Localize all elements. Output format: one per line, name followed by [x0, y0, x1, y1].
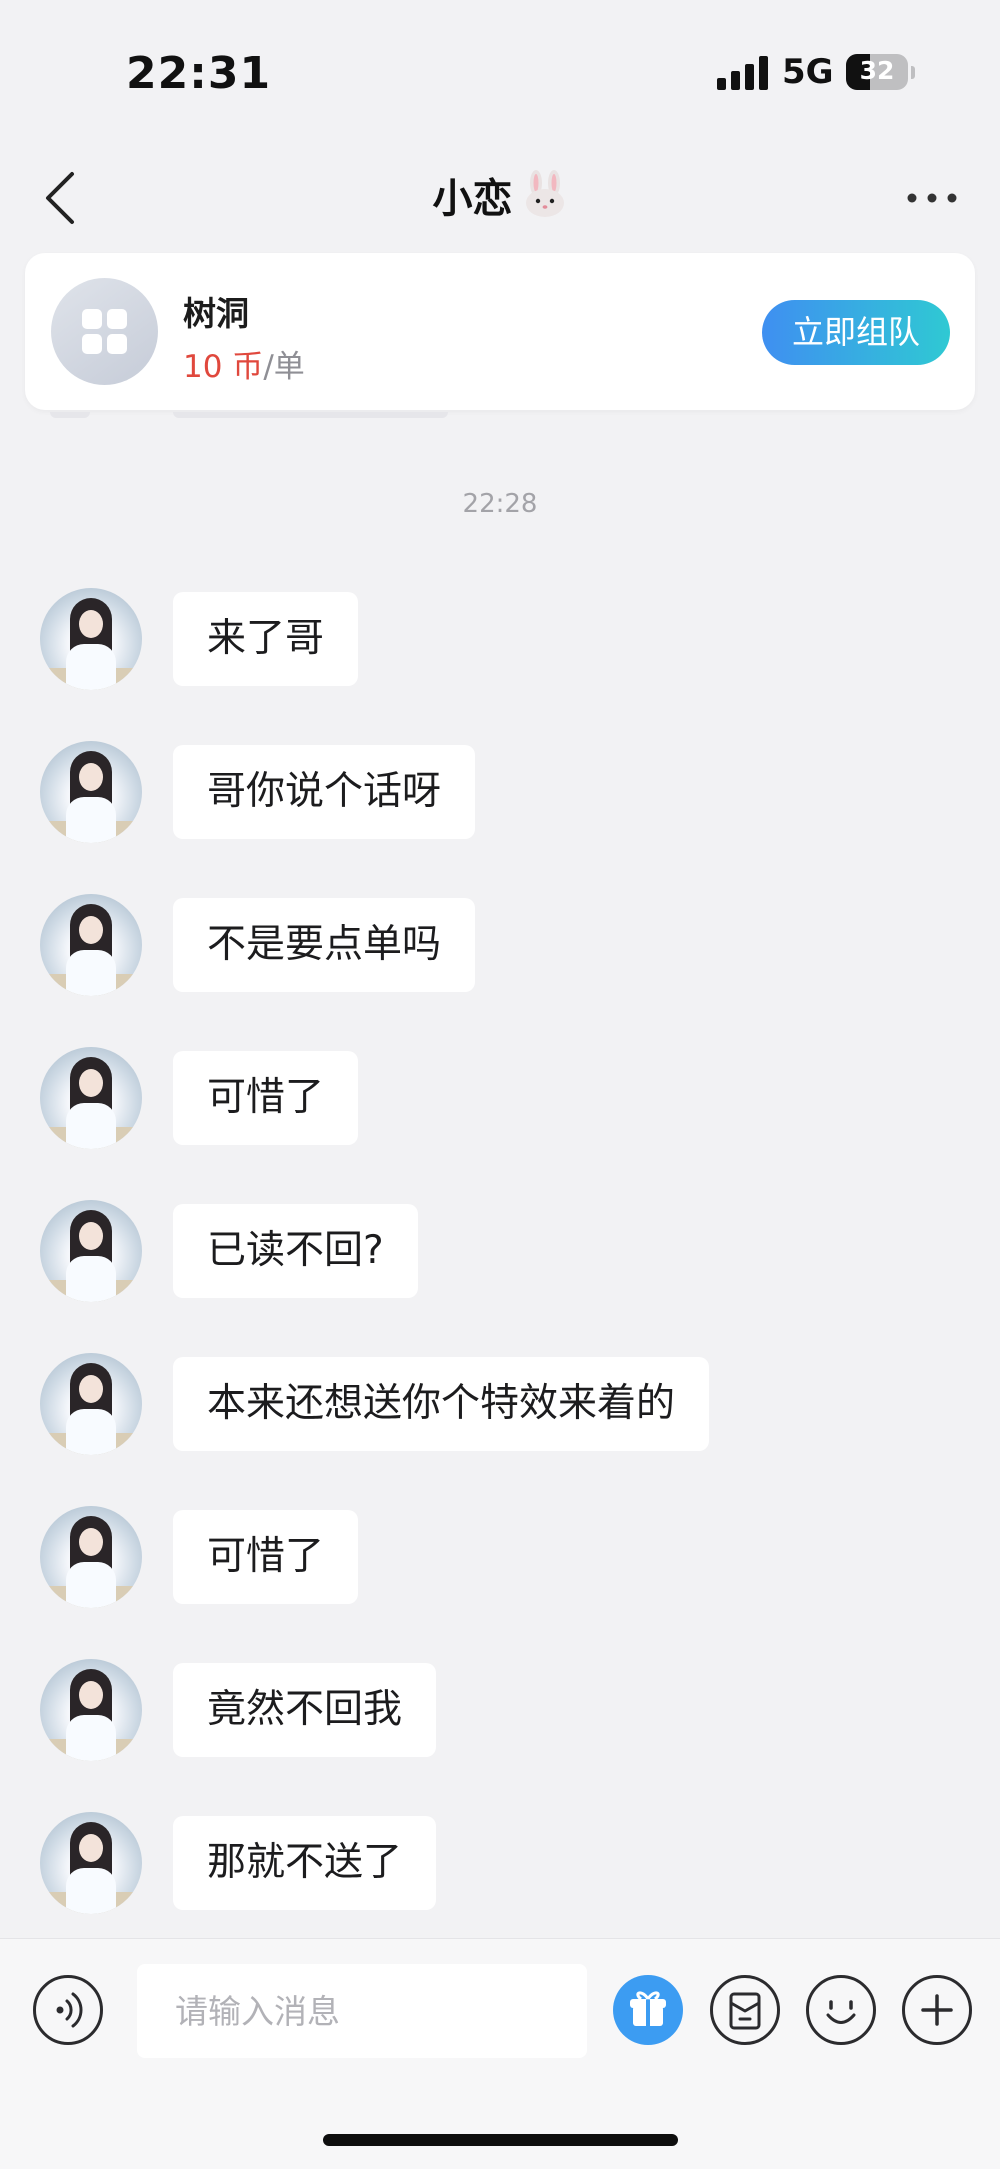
service-name: 树洞	[183, 294, 249, 333]
signal-icon	[717, 56, 769, 90]
message-bubble[interactable]: 可惜了	[173, 1510, 359, 1604]
bunny-emoji-icon	[522, 170, 568, 222]
message-bubble[interactable]: 已读不回?	[173, 1204, 418, 1298]
service-card: 树洞 10 币/单 立即组队	[25, 253, 975, 410]
service-avatar	[51, 278, 158, 385]
message-bubble[interactable]: 哥你说个话呀	[173, 745, 476, 839]
chat-timestamp: 22:28	[462, 489, 538, 519]
price-value: 10 币	[183, 349, 264, 385]
message-input[interactable]	[137, 1964, 587, 2058]
emoji-icon[interactable]	[806, 1975, 876, 2045]
message-bubble[interactable]: 不是要点单吗	[173, 898, 476, 992]
price-unit: /单	[263, 349, 305, 385]
message-bubble[interactable]: 来了哥	[173, 592, 359, 686]
message-row: 本来还想送你个特效来着的	[0, 1353, 1000, 1455]
avatar[interactable]	[40, 1200, 142, 1302]
message-row: 那就不送了	[0, 1812, 1000, 1914]
battery-tip	[911, 66, 915, 79]
red-packet-icon[interactable]	[710, 1975, 780, 2045]
message-bubble[interactable]: 本来还想送你个特效来着的	[173, 1357, 710, 1451]
battery-level: 32	[859, 56, 895, 85]
status-bar: 22:31 5G 32	[0, 0, 1000, 140]
avatar[interactable]	[40, 588, 142, 690]
avatar[interactable]	[40, 1812, 142, 1914]
voice-icon[interactable]	[33, 1975, 103, 2045]
battery-icon: 32	[846, 54, 908, 90]
team-up-button[interactable]: 立即组队	[762, 300, 950, 365]
message-row: 竟然不回我	[0, 1659, 1000, 1761]
avatar[interactable]	[40, 1506, 142, 1608]
message-row: 可惜了	[0, 1047, 1000, 1149]
apps-grid-icon	[82, 309, 127, 354]
plus-icon[interactable]	[902, 1975, 972, 2045]
page-title: 小恋	[432, 176, 513, 222]
avatar[interactable]	[40, 1659, 142, 1761]
gift-icon[interactable]	[613, 1975, 683, 2045]
service-price: 10 币/单	[183, 341, 305, 386]
hidden-bubble-edge	[173, 412, 448, 418]
nav-bar: 小恋	[0, 140, 1000, 250]
avatar[interactable]	[40, 1353, 142, 1455]
input-bar	[0, 1938, 1000, 2169]
message-row: 哥你说个话呀	[0, 741, 1000, 843]
message-bubble[interactable]: 竟然不回我	[173, 1663, 437, 1757]
home-indicator	[323, 2134, 678, 2146]
message-row: 已读不回?	[0, 1200, 1000, 1302]
avatar[interactable]	[40, 1047, 142, 1149]
message-row: 来了哥	[0, 588, 1000, 690]
title-wrap: 小恋	[0, 166, 1000, 224]
status-time: 22:31	[126, 48, 272, 99]
avatar[interactable]	[40, 894, 142, 996]
hidden-avatar-edge	[50, 412, 90, 418]
more-dots-icon[interactable]	[904, 178, 960, 218]
message-row: 可惜了	[0, 1506, 1000, 1608]
network-type: 5G	[782, 52, 834, 92]
message-row: 不是要点单吗	[0, 894, 1000, 996]
message-bubble[interactable]: 那就不送了	[173, 1816, 437, 1910]
message-bubble[interactable]: 可惜了	[173, 1051, 359, 1145]
avatar[interactable]	[40, 741, 142, 843]
